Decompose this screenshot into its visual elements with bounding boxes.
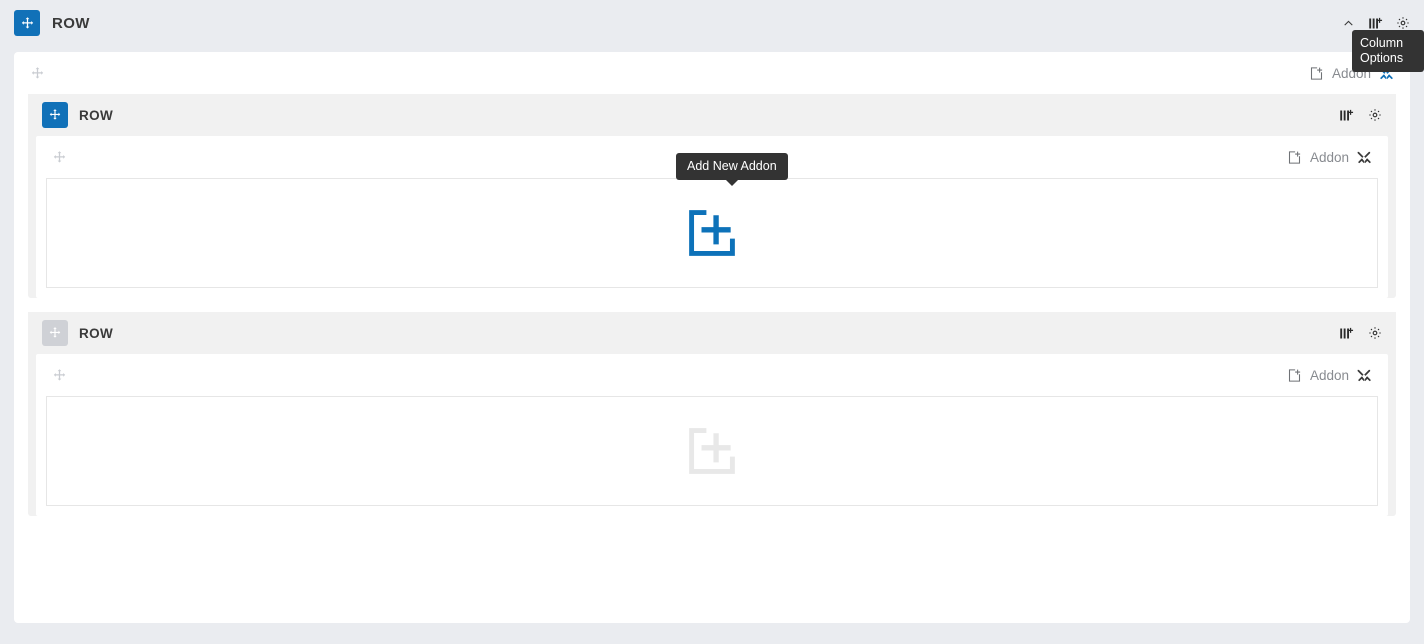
tools-icon[interactable] (1357, 368, 1372, 383)
row-move-handle[interactable] (42, 320, 68, 346)
column-area: Addon (36, 354, 1388, 516)
column-addon-actions: Addon (1287, 150, 1372, 165)
outer-row-header: ROW Column Options (0, 0, 1424, 72)
row-block: ROW Addon (28, 94, 1396, 298)
outer-column-drag-handle[interactable] (30, 66, 45, 81)
column-drag-handle[interactable] (52, 150, 67, 165)
tools-icon[interactable] (1357, 150, 1372, 165)
add-addon-icon[interactable] (684, 205, 740, 261)
add-file-icon[interactable] (1287, 150, 1302, 165)
move-arrows-icon (48, 326, 62, 340)
outer-row-move-handle[interactable] (14, 10, 40, 36)
column-addon-bar: Addon (36, 354, 1388, 396)
add-addon-icon[interactable] (684, 423, 740, 479)
move-arrows-icon (48, 108, 62, 122)
addon-dropzone[interactable] (46, 396, 1378, 506)
addon-dropzone[interactable] (46, 178, 1378, 288)
column-options-tooltip: Column Options (1352, 30, 1424, 72)
outer-row-actions (1342, 16, 1410, 31)
add-file-icon[interactable] (1287, 368, 1302, 383)
add-new-addon-tooltip: Add New Addon (676, 153, 788, 186)
gear-icon[interactable] (1368, 326, 1382, 340)
column-addon-actions: Addon (1287, 368, 1372, 383)
tooltip-line-2: Options (1360, 51, 1404, 65)
gear-icon[interactable] (1368, 108, 1382, 122)
row-move-handle[interactable] (42, 102, 68, 128)
row-header: ROW (28, 312, 1396, 354)
row-block: ROW Addon (28, 312, 1396, 516)
move-arrows-icon (20, 16, 35, 31)
row-header: ROW (28, 94, 1396, 136)
tooltip-line-1: Column (1360, 36, 1404, 50)
column-drag-handle[interactable] (52, 368, 67, 383)
column-addon-label: Addon (1309, 367, 1349, 383)
builder-panel: Addon ROW Addon ROW Addon Add New Addon (14, 52, 1410, 623)
row-title: ROW (79, 325, 114, 341)
add-column-icon[interactable] (1339, 326, 1354, 341)
row-title: ROW (79, 107, 114, 123)
tooltip-text: Add New Addon (687, 159, 777, 173)
outer-column-addon-bar: Addon (14, 52, 1410, 94)
row-actions (1339, 108, 1382, 123)
add-file-icon[interactable] (1309, 66, 1324, 81)
row-actions (1339, 326, 1382, 341)
add-column-icon[interactable] (1368, 16, 1383, 31)
add-column-icon[interactable] (1339, 108, 1354, 123)
outer-row-title: ROW (52, 14, 90, 32)
chevron-up-icon[interactable] (1342, 17, 1355, 30)
column-addon-label: Addon (1309, 149, 1349, 165)
gear-icon[interactable] (1396, 16, 1410, 30)
